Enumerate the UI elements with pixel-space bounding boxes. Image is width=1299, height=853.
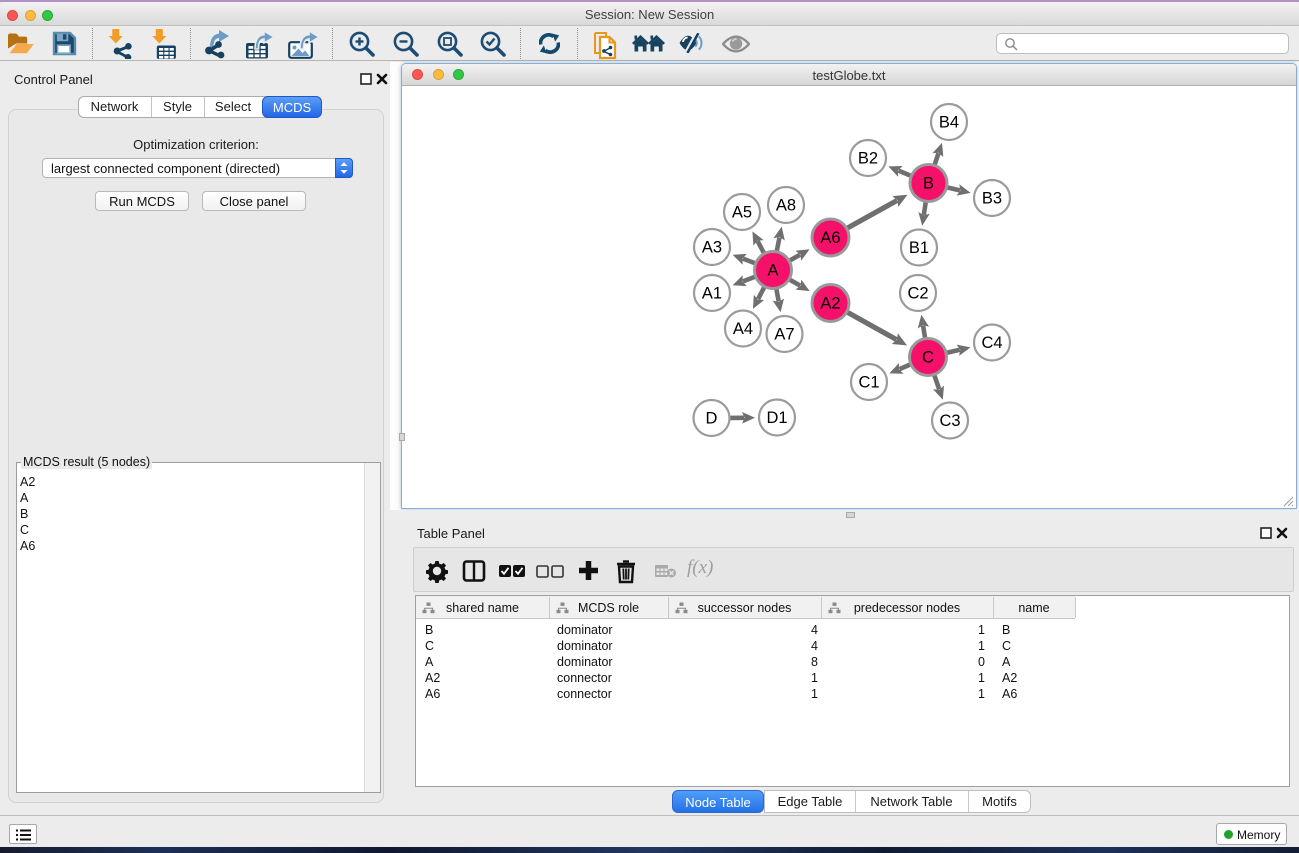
svg-text:D1: D1 (766, 409, 787, 427)
svg-text:A2: A2 (820, 295, 840, 313)
svg-text:A6: A6 (820, 229, 840, 247)
svg-text:A: A (767, 262, 778, 280)
svg-text:A3: A3 (702, 239, 722, 257)
svg-text:D: D (706, 410, 718, 428)
svg-text:B3: B3 (982, 190, 1002, 208)
svg-text:A8: A8 (776, 197, 796, 215)
svg-text:B4: B4 (939, 114, 959, 132)
svg-text:A4: A4 (733, 320, 753, 338)
svg-text:B1: B1 (909, 239, 929, 257)
svg-text:B2: B2 (858, 150, 878, 168)
svg-text:B: B (923, 175, 934, 193)
svg-text:C2: C2 (907, 285, 928, 303)
svg-text:C3: C3 (939, 412, 960, 430)
svg-text:A7: A7 (774, 326, 794, 344)
svg-text:C: C (922, 349, 934, 367)
svg-text:A5: A5 (732, 204, 752, 222)
svg-text:C4: C4 (981, 334, 1002, 352)
svg-text:C1: C1 (858, 374, 879, 392)
svg-text:A1: A1 (702, 285, 722, 303)
